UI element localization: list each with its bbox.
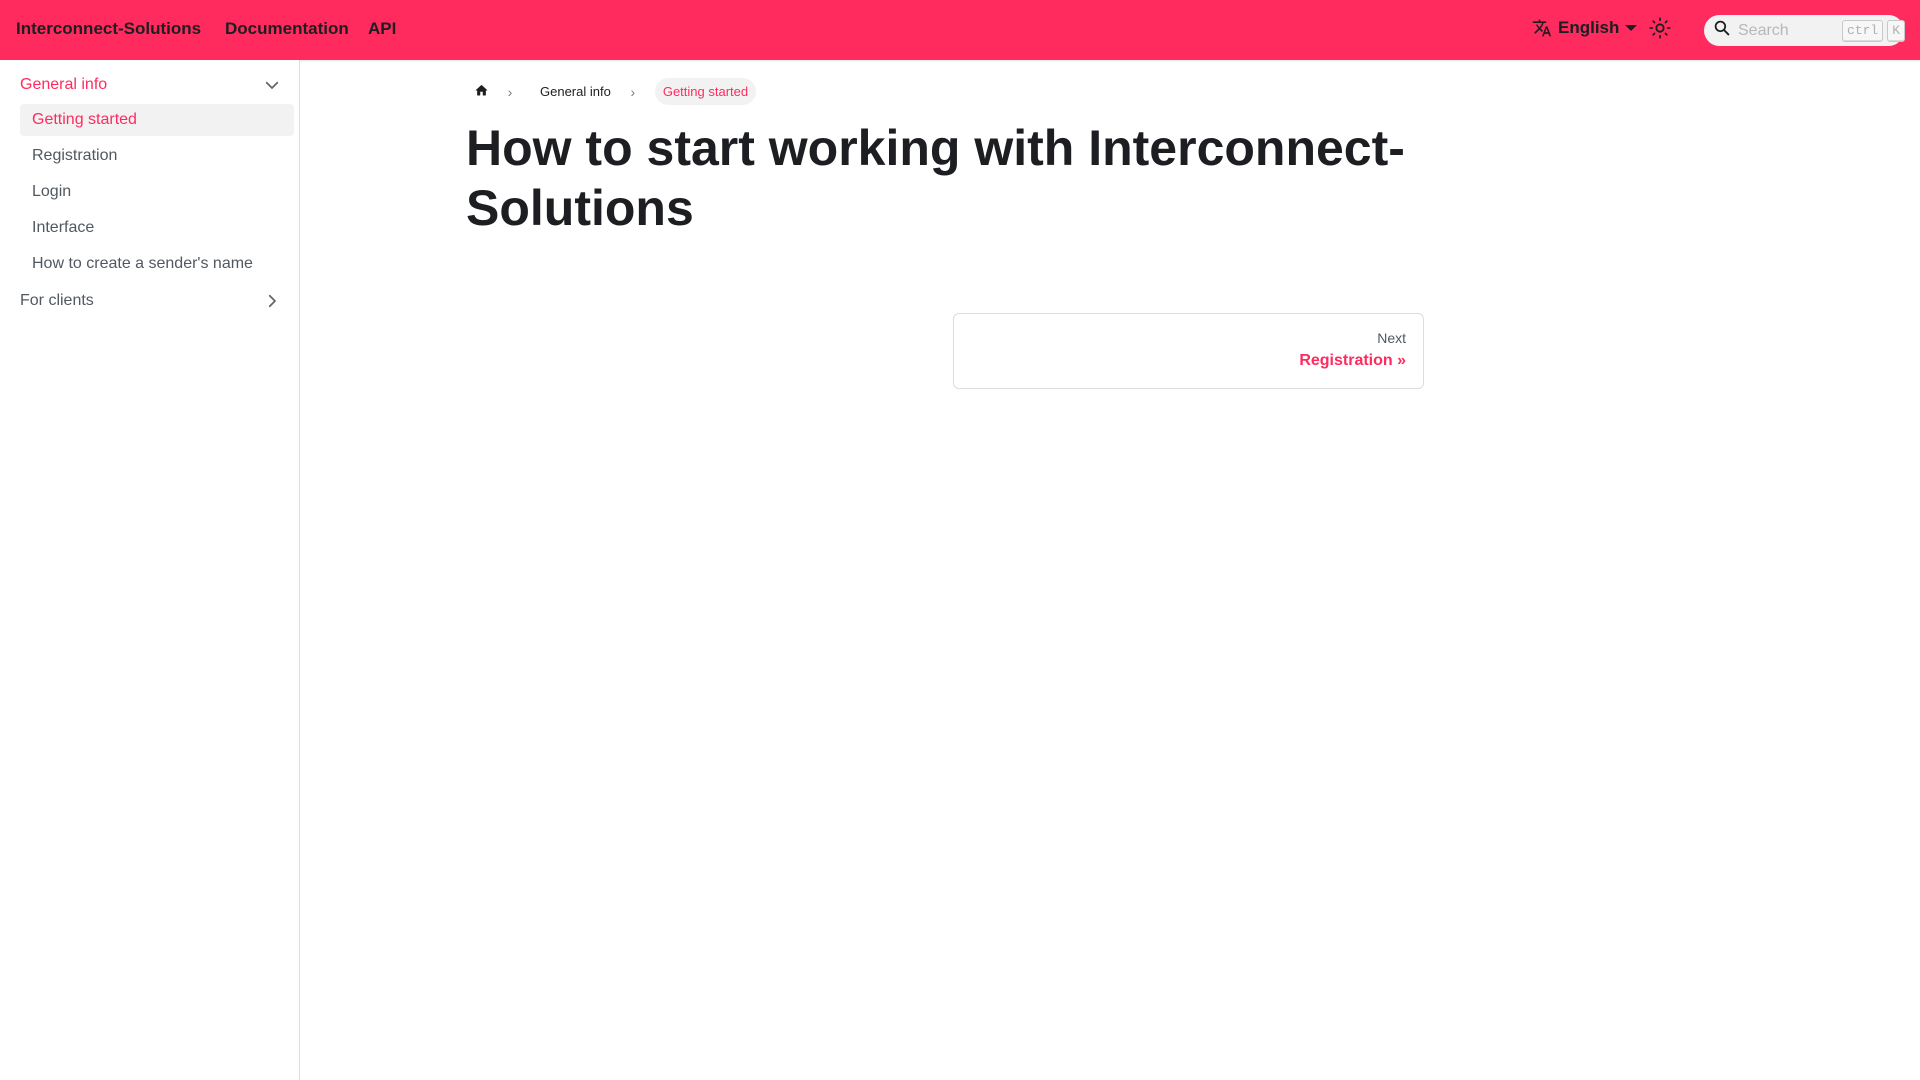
- chevron-right-icon: ›: [630, 83, 636, 100]
- sidebar-category-general-info[interactable]: General info: [20, 68, 293, 102]
- sidebar-category-for-clients[interactable]: For clients: [20, 284, 293, 318]
- language-dropdown[interactable]: English: [1532, 18, 1638, 38]
- sidebar-item-registration[interactable]: Registration: [20, 140, 294, 172]
- shortcut-key-k: K: [1887, 19, 1906, 42]
- breadcrumb-home[interactable]: [466, 77, 496, 107]
- sidebar-item-list: Getting started Registration Login Inter…: [20, 104, 294, 280]
- pagination-next[interactable]: Next Registration »: [953, 313, 1424, 389]
- breadcrumb-getting-started: Getting started: [654, 78, 757, 105]
- brand-link[interactable]: Interconnect-Solutions: [16, 19, 201, 39]
- sidebar: General info Getting started Registratio…: [0, 60, 300, 1080]
- sidebar-item-getting-started[interactable]: Getting started: [20, 104, 294, 136]
- pagination-next-sublabel: Next: [1377, 330, 1406, 346]
- search-input[interactable]: [1738, 21, 1838, 40]
- sidebar-item-senders-name[interactable]: How to create a sender's name: [20, 248, 294, 280]
- caret-down-icon: [1625, 22, 1638, 34]
- shortcut-key-ctrl: ctrl: [1842, 19, 1884, 42]
- breadcrumb-general-info[interactable]: General info: [532, 78, 619, 105]
- home-icon: [474, 83, 489, 101]
- navbar: Interconnect-Solutions Documentation API…: [0, 0, 1920, 60]
- sidebar-item-interface[interactable]: Interface: [20, 212, 294, 244]
- nav-link-documentation[interactable]: Documentation: [225, 19, 349, 39]
- sun-icon: [1649, 16, 1671, 44]
- sidebar-category-label: For clients: [20, 292, 94, 309]
- chevron-right-icon: ›: [507, 83, 513, 100]
- theme-toggle-button[interactable]: [1646, 16, 1674, 44]
- sidebar-item-login[interactable]: Login: [20, 176, 294, 208]
- page-title: How to start working with Interconnect-S…: [466, 120, 1405, 236]
- sidebar-category-label: General info: [20, 76, 108, 93]
- language-label: English: [1558, 18, 1620, 37]
- chevron-down-icon[interactable]: [263, 76, 281, 94]
- nav-link-api[interactable]: API: [368, 19, 396, 39]
- search-icon: [1714, 20, 1730, 41]
- translate-icon: [1532, 18, 1552, 38]
- chevron-right-icon[interactable]: [263, 292, 281, 310]
- pagination-next-label: Registration »: [1299, 352, 1406, 369]
- search-box[interactable]: ctrl K: [1704, 15, 1906, 46]
- breadcrumb: › General info › Getting started: [466, 76, 757, 107]
